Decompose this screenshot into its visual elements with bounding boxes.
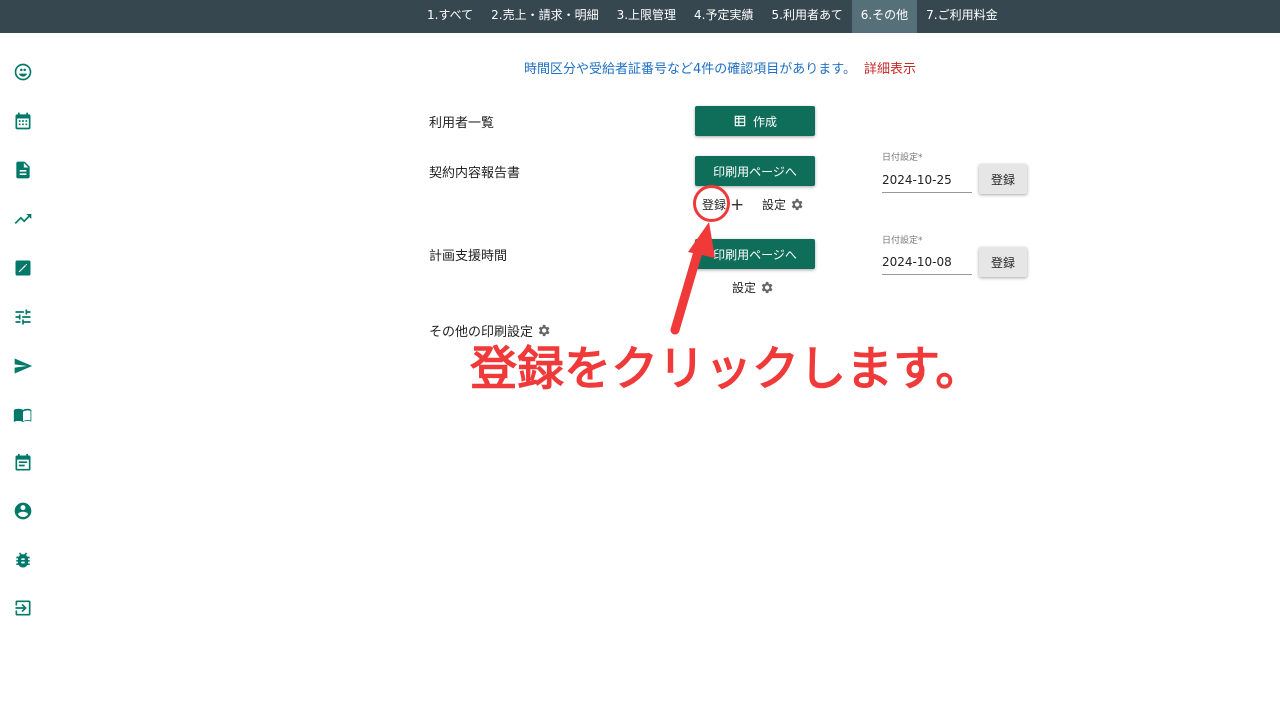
annotation-caption: 登録をクリックします。 <box>470 342 983 397</box>
